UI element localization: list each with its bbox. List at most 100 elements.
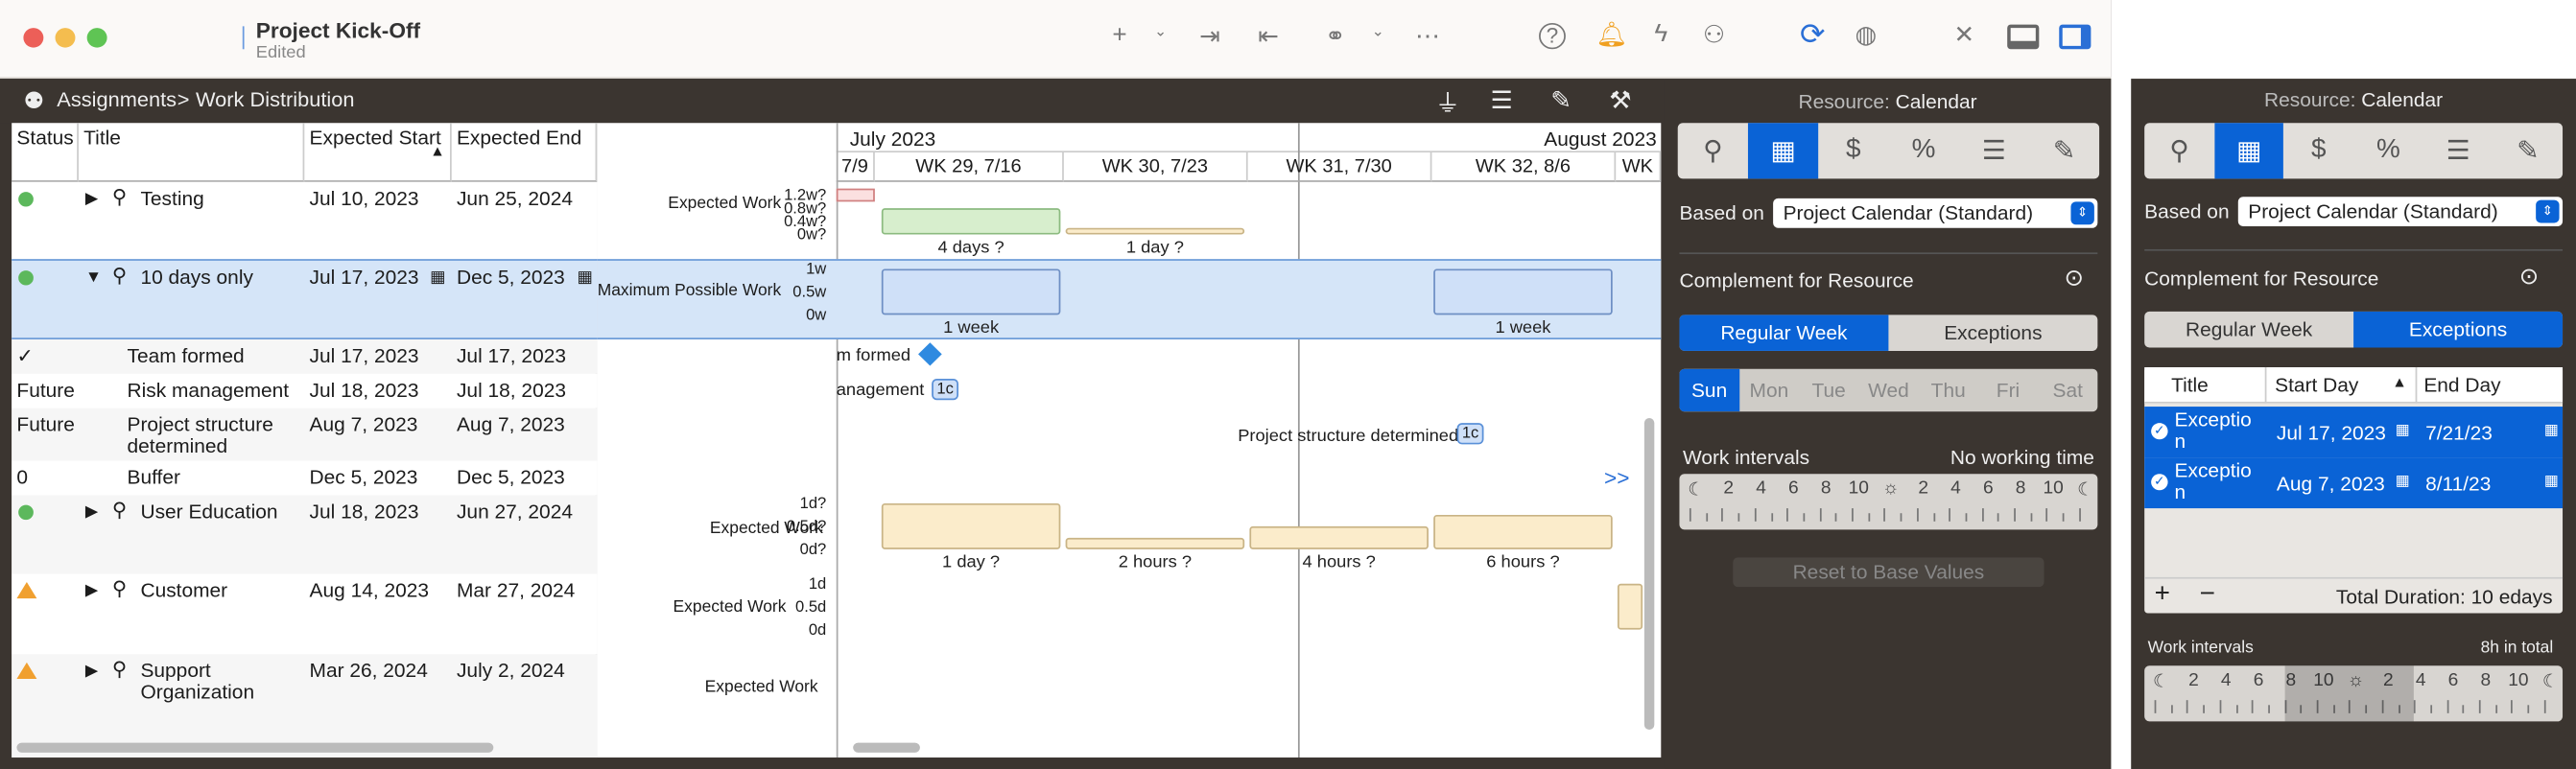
link-icon[interactable]: ⚭	[1325, 21, 1346, 51]
tab-notes-icon[interactable]: ✎	[2493, 123, 2563, 178]
tendays-bar[interactable]	[881, 268, 1061, 315]
table-h-scrollbar[interactable]	[16, 742, 494, 753]
table-row[interactable]: ▶ ⚲ Customer Aug 14, 2023 Mar 27, 2024	[12, 573, 598, 655]
col-title[interactable]: Title	[78, 123, 305, 182]
calendar-icon[interactable]: ▦	[2544, 421, 2559, 439]
more-icon[interactable]: ⋯	[1415, 21, 1440, 51]
layout-icon[interactable]: ☰	[1490, 85, 1512, 115]
tab-cost-icon[interactable]: $	[1818, 123, 1888, 178]
tab-rate-icon[interactable]: %	[2353, 123, 2423, 178]
close-button[interactable]	[23, 28, 44, 48]
more-icon[interactable]: ⊙	[2519, 263, 2539, 291]
tab-calendar-icon[interactable]: ▦	[2213, 123, 2284, 179]
reset-button[interactable]: Reset to Base Values	[1733, 557, 2044, 588]
tendays-bar[interactable]	[1433, 268, 1613, 315]
col-end-day[interactable]: End Day	[2423, 374, 2500, 397]
based-on-select[interactable]: Project Calendar (Standard) ⇕	[2237, 197, 2564, 226]
work-intervals-ruler[interactable]: ☾ 2 4 6 8 10 ☼ 2 4 6 8 10 ☾	[1679, 474, 2098, 530]
disclosure-open-icon[interactable]: ▼	[85, 268, 102, 289]
col-status[interactable]: Status	[12, 123, 79, 182]
tab-rate-icon[interactable]: %	[1888, 123, 1958, 178]
based-on-select[interactable]: Project Calendar (Standard) ⇕	[1773, 198, 2098, 228]
zoom-button[interactable]	[86, 28, 107, 48]
calendar-icon[interactable]: ▦	[2544, 472, 2559, 490]
sync-icon[interactable]: ⟳	[1800, 18, 1825, 53]
tab-list-icon[interactable]: ☰	[1959, 123, 2029, 178]
calendar-icon[interactable]: ▦	[2396, 421, 2410, 439]
add-icon[interactable]: +	[1112, 21, 1126, 49]
seg-regular-week[interactable]: Regular Week	[2144, 312, 2353, 348]
chevron-down-icon[interactable]: ⌄	[1372, 23, 1384, 41]
tab-notes-icon[interactable]: ✎	[2029, 123, 2099, 178]
table-row[interactable]: 0 Buffer Dec 5, 2023 Dec 5, 2023	[12, 460, 598, 496]
outdent-icon[interactable]: ⇤	[1258, 21, 1279, 51]
exception-row[interactable]: ✓ Exceptio n Aug 7, 2023 ▦ 8/11/23 ▦	[2144, 457, 2564, 509]
help-icon[interactable]: ?	[1539, 22, 1566, 50]
milestone-badge[interactable]: 1c	[1456, 423, 1484, 445]
usered-bar[interactable]	[881, 502, 1061, 549]
day-sun[interactable]: Sun	[1679, 368, 1739, 412]
seg-exceptions[interactable]: Exceptions	[2353, 311, 2564, 348]
usered-bar[interactable]	[1433, 514, 1613, 549]
col-title[interactable]: Title	[2171, 374, 2209, 397]
day-thu[interactable]: Thu	[1919, 369, 1978, 411]
usered-bar[interactable]	[1249, 525, 1429, 549]
seg-exceptions[interactable]: Exceptions	[1888, 315, 2097, 351]
customer-bar[interactable]	[1617, 583, 1643, 630]
brush-icon[interactable]: ✎	[1550, 85, 1572, 115]
chevron-down-icon[interactable]: ⌄	[1154, 23, 1167, 41]
calendar-icon[interactable]: ▦	[2396, 472, 2410, 490]
palette-icon[interactable]: ◍	[1855, 20, 1878, 49]
col-end[interactable]: Expected End	[451, 123, 598, 182]
calendar-icon[interactable]: ▦	[578, 268, 593, 289]
day-wed[interactable]: Wed	[1858, 369, 1918, 411]
exception-row[interactable]: ✓ Exceptio n Jul 17, 2023 ▦ 7/21/23 ▦	[2144, 407, 2564, 458]
remove-icon[interactable]: −	[2200, 580, 2215, 610]
v-scrollbar[interactable]	[1643, 418, 1655, 730]
indent-icon[interactable]: ⇥	[1199, 21, 1220, 51]
minimize-button[interactable]	[55, 28, 76, 48]
buffer-arrow-icon[interactable]: >>	[1604, 466, 1629, 491]
table-row[interactable]: ✓ Team formed Jul 17, 2023 Jul 17, 2023	[12, 338, 598, 374]
testing-bar[interactable]	[1065, 227, 1245, 235]
seg-regular-week[interactable]: Regular Week	[1679, 315, 1889, 351]
day-mon[interactable]: Mon	[1739, 369, 1799, 411]
table-row[interactable]: ▶ ⚲ User Education Jul 18, 2023 Jun 27, 2024	[12, 495, 598, 574]
milestone-badge[interactable]: 1c	[932, 379, 959, 401]
lightning-icon[interactable]: ϟ	[1654, 20, 1667, 48]
more-icon[interactable]: ⊙	[2064, 264, 2083, 291]
wrench-icon[interactable]: ⚒	[1609, 85, 1631, 115]
disclosure-closed-icon[interactable]: ▶	[85, 189, 98, 210]
inspector-toggle-icon[interactable]	[2059, 24, 2092, 50]
table-row[interactable]: ▶ ⚲ Testing Jul 10, 2023 Jun 25, 2024	[12, 181, 598, 260]
testing-bar[interactable]	[881, 208, 1061, 235]
col-start-day[interactable]: Start Day	[2275, 374, 2358, 397]
table-row[interactable]: ▼ ⚲ 10 days only Jul 17, 2023 Dec 5, 2023 ▦ ▦	[12, 259, 598, 339]
day-fri[interactable]: Fri	[1978, 369, 2038, 411]
tab-list-icon[interactable]: ☰	[2423, 123, 2493, 178]
bottom-panel-icon[interactable]	[2007, 24, 2040, 50]
table-row[interactable]: Future Risk management Jul 18, 2023 Jul 18,…	[12, 373, 598, 408]
disclosure-closed-icon[interactable]: ▶	[85, 501, 98, 523]
h-scrollbar[interactable]	[853, 742, 920, 753]
day-sat[interactable]: Sat	[2038, 369, 2097, 411]
person-icon[interactable]: ⚇	[1703, 20, 1725, 49]
calendar-icon[interactable]: ▦	[430, 268, 445, 289]
breadcrumb-current[interactable]: Work Distribution	[196, 88, 355, 111]
tab-person-icon[interactable]: ⚲	[1678, 123, 1748, 178]
day-tue[interactable]: Tue	[1799, 369, 1858, 411]
disclosure-closed-icon[interactable]: ▶	[85, 661, 98, 682]
milestone-diamond[interactable]	[918, 342, 942, 366]
table-row[interactable]: Future Project structure determined Aug 7,…	[12, 408, 598, 461]
tab-calendar-icon[interactable]: ▦	[1747, 123, 1819, 179]
tab-person-icon[interactable]: ⚲	[2144, 123, 2214, 178]
work-intervals-ruler[interactable]: ☾ 2 4 6 8 10 ☼ 2 4 6 8 10 ☾	[2144, 665, 2564, 722]
disclosure-closed-icon[interactable]: ▶	[85, 580, 98, 601]
breadcrumb-root[interactable]: Assignments	[57, 88, 177, 111]
tab-cost-icon[interactable]: $	[2283, 123, 2353, 178]
bell-icon[interactable]: 🔔︎	[1595, 20, 1627, 49]
filter-icon[interactable]: ⏚	[1435, 85, 1460, 120]
tools-icon[interactable]: ✕	[1953, 20, 1974, 49]
col-start[interactable]: Expected Start ▲	[304, 123, 452, 182]
usered-bar[interactable]	[1065, 537, 1245, 549]
